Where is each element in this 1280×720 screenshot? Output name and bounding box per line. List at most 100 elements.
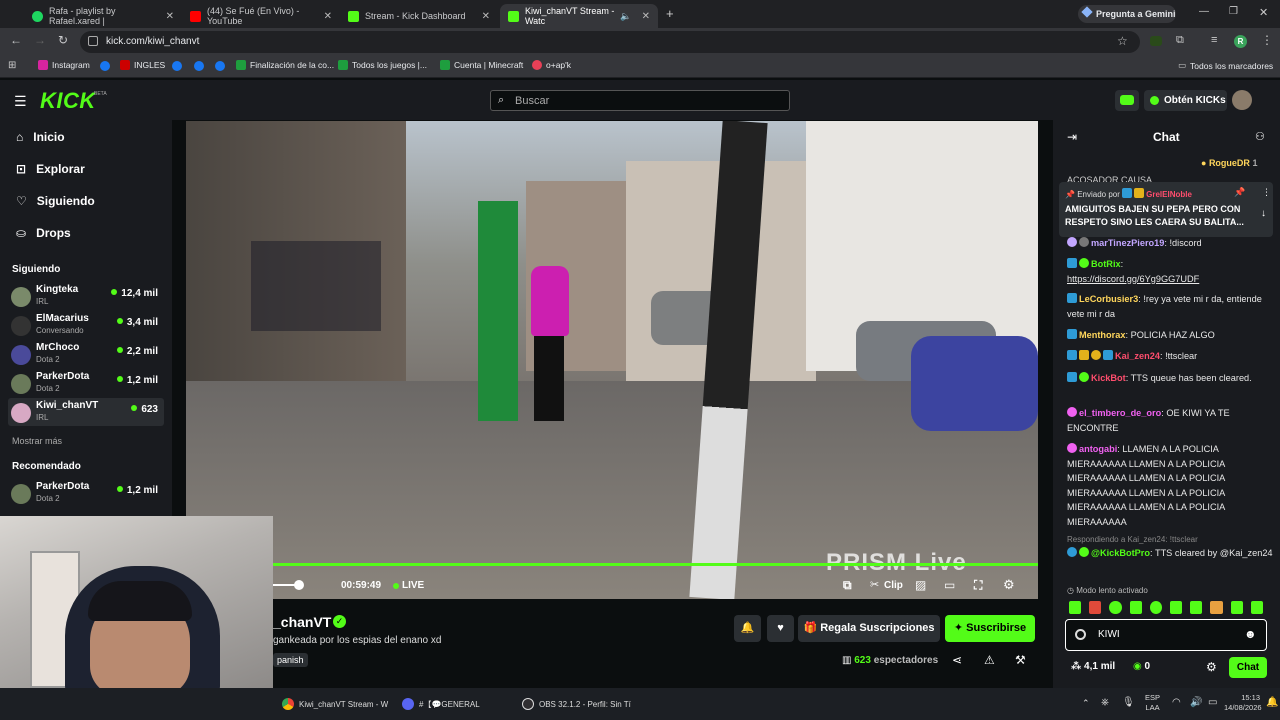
channel-item[interactable]: ParkerDota Dota 2 1,2 mil	[8, 369, 164, 397]
chat-message[interactable]: BotRix: https://discord.gg/6Yg9GG7UDF	[1067, 257, 1275, 286]
show-more-link[interactable]: Mostrar más	[12, 436, 62, 446]
notifications-icon[interactable]: 🔔	[1266, 697, 1278, 708]
emote-icon[interactable]	[1129, 601, 1142, 614]
collapse-chat-icon[interactable]: ⇥	[1067, 130, 1077, 144]
notification-bell-button[interactable]: 🔔	[734, 615, 761, 642]
close-icon[interactable]: ✕	[642, 11, 650, 22]
channel-item[interactable]: ParkerDota Dota 2 1,2 mil	[8, 479, 164, 507]
apps-grid-icon[interactable]: ⊞	[8, 60, 16, 71]
channel-item[interactable]: ElMacarius Conversando 3,4 mil	[8, 311, 164, 339]
user-avatar[interactable]	[1232, 90, 1252, 110]
search-input[interactable]: Buscar	[490, 90, 790, 111]
emote-icon[interactable]	[1250, 601, 1264, 614]
restore-icon[interactable]: ❐	[1229, 6, 1238, 17]
microphone-icon[interactable]: 🎙	[1122, 697, 1135, 708]
bookmark-finalizacion[interactable]: Finalización de la co...	[236, 60, 334, 70]
chat-link[interactable]: https://discord.gg/6Yg9GG7UDF	[1067, 274, 1199, 284]
channel-item-active[interactable]: Kiwi_chanVT IRL 623	[8, 398, 164, 426]
new-tab-icon[interactable]: +	[666, 6, 674, 21]
url-field[interactable]: kick.com/kiwi_chanvt	[80, 31, 1140, 53]
extensions-puzzle-icon[interactable]: ⧉	[1176, 34, 1184, 47]
bookmark-minecraft[interactable]: Cuenta | Minecraft	[440, 60, 523, 70]
fullscreen-icon[interactable]: ⛶	[974, 578, 982, 593]
chat-users-icon[interactable]: ⚇	[1255, 130, 1265, 143]
more-options-icon[interactable]: ⋮	[1262, 187, 1271, 198]
emote-icon[interactable]	[1109, 601, 1122, 614]
chat-message[interactable]: Menthorax: POLICIA HAZ ALGO	[1067, 328, 1275, 343]
forward-icon[interactable]: →	[34, 33, 46, 47]
browser-tab[interactable]: Rafa - playlist by Rafael.xared | ✕	[24, 4, 182, 28]
live-label[interactable]: LIVE	[402, 580, 424, 591]
reload-icon[interactable]: ↻	[58, 33, 68, 47]
chat-message[interactable]: Kai_zen24: !ttsclear	[1067, 349, 1275, 364]
hamburger-menu-icon[interactable]: ☰	[14, 93, 27, 110]
browser-tab[interactable]: (44) Se Fué (En Vivo) - YouTube ✕	[182, 4, 340, 28]
browser-menu-icon[interactable]: ⋮	[1261, 33, 1273, 47]
channel-title[interactable]: _chanVT	[273, 614, 331, 630]
facebook-icon[interactable]	[215, 61, 225, 71]
bookmark-instagram[interactable]: Instagram	[38, 60, 90, 70]
chat-message[interactable]: KickBot: TTS queue has been cleared.	[1067, 371, 1275, 386]
close-icon[interactable]: ✕	[324, 11, 332, 22]
emote-icon[interactable]	[1210, 601, 1223, 614]
taskbar-item-discord[interactable]: #【💬GENERAL	[402, 698, 480, 710]
speaker-icon[interactable]: 🔈	[620, 11, 631, 22]
tray-chevron-icon[interactable]: ⌃	[1082, 698, 1090, 709]
facebook-icon[interactable]	[172, 61, 182, 71]
subscribe-button[interactable]: ✦ Suscribirse	[945, 615, 1035, 642]
minimize-icon[interactable]: —	[1199, 6, 1209, 17]
chat-message[interactable]: @KickBotPro: TTS cleared by @Kai_zen24	[1067, 546, 1275, 561]
wifi-icon[interactable]: ◠	[1172, 697, 1181, 708]
channel-points[interactable]: ◉ 0	[1133, 661, 1150, 672]
chat-message[interactable]: antogabi: LLAMEN A LA POLICIA MIERAAAAAA…	[1067, 442, 1267, 529]
clip-icon[interactable]: ✂	[870, 578, 879, 591]
settings-gear-icon[interactable]: ⚙	[1003, 577, 1015, 593]
nav-siguiendo[interactable]: ♡ Siguiendo	[16, 194, 95, 208]
chat-settings-icon[interactable]: ⚙	[1206, 660, 1217, 674]
nav-explorar[interactable]: ⊡ Explorar	[16, 162, 85, 176]
chat-input[interactable]: KIWI ☻	[1065, 619, 1267, 651]
battery-icon[interactable]: ▭	[1208, 697, 1217, 708]
taskbar-item-chrome[interactable]: Kiwi_chanVT Stream - W	[282, 698, 388, 710]
chat-message[interactable]: LeCorbusier3: !rey ya vete mi r da, enti…	[1067, 292, 1275, 321]
bookmark-ingles[interactable]: INGLES	[120, 60, 165, 70]
emoji-picker-icon[interactable]: ☻	[1244, 627, 1257, 641]
chat-message[interactable]: el_timbero_de_oro: OE KIWI YA TE ENCONTR…	[1067, 406, 1275, 435]
bookmark-oapk[interactable]: o+ap'k	[532, 60, 571, 70]
back-icon[interactable]: ←	[10, 33, 22, 47]
browser-tab[interactable]: Stream - Kick Dashboard ✕	[340, 4, 498, 28]
expand-icon[interactable]: ↓	[1261, 208, 1266, 219]
browser-tab-active[interactable]: Kiwi_chanVT Stream - Watc 🔈 ✕	[500, 4, 658, 28]
channel-item[interactable]: MrChoco Dota 2 2,2 mil	[8, 340, 164, 368]
kick-logo[interactable]: KICK	[40, 88, 96, 114]
volume-icon[interactable]: 🔊	[1190, 697, 1202, 708]
picture-in-picture-icon[interactable]: ⧉	[843, 578, 852, 593]
emote-icon[interactable]	[1190, 601, 1203, 614]
facebook-icon[interactable]	[100, 61, 110, 71]
mod-tools-icon[interactable]: ⚒	[1015, 653, 1026, 667]
unpin-icon[interactable]: 📌	[1234, 187, 1245, 198]
close-icon[interactable]: ✕	[482, 11, 490, 22]
nav-drops[interactable]: ⛀ Drops	[16, 226, 71, 240]
reply-reference[interactable]: Respondiendo a Kai_zen24: !ttsclear	[1067, 535, 1198, 544]
emote-icon[interactable]	[1089, 601, 1102, 614]
video-player[interactable]: PRISM Live	[186, 121, 1038, 599]
gift-subs-button[interactable]: 🎁 Regala Suscripciones	[798, 615, 940, 642]
window-close-icon[interactable]: ✕	[1259, 6, 1268, 19]
emote-icon[interactable]	[1230, 601, 1243, 614]
channel-item[interactable]: Kingteka IRL 12,4 mil	[8, 282, 164, 310]
share-icon[interactable]: ⋖	[952, 653, 962, 667]
gemini-button[interactable]: Pregunta a Gemini	[1078, 5, 1176, 23]
drops-button[interactable]	[1115, 90, 1139, 111]
media-control-icon[interactable]: ≡	[1211, 34, 1217, 46]
stats-icon[interactable]: ▨	[915, 578, 926, 592]
kicks-balance[interactable]: ⁂ 4,1 mil	[1071, 661, 1115, 672]
report-icon[interactable]: ⚠	[984, 653, 995, 667]
facebook-icon[interactable]	[194, 61, 204, 71]
send-chat-button[interactable]: Chat	[1229, 657, 1267, 678]
chat-message[interactable]: marTinezPiero19: !discord	[1067, 236, 1275, 251]
clock[interactable]: 15:13 14/08/2026	[1224, 693, 1262, 713]
emote-icon[interactable]	[1069, 601, 1082, 614]
all-bookmarks-button[interactable]: ▭ Todos los marcadores	[1178, 60, 1273, 71]
extension-icon[interactable]	[1150, 36, 1162, 46]
